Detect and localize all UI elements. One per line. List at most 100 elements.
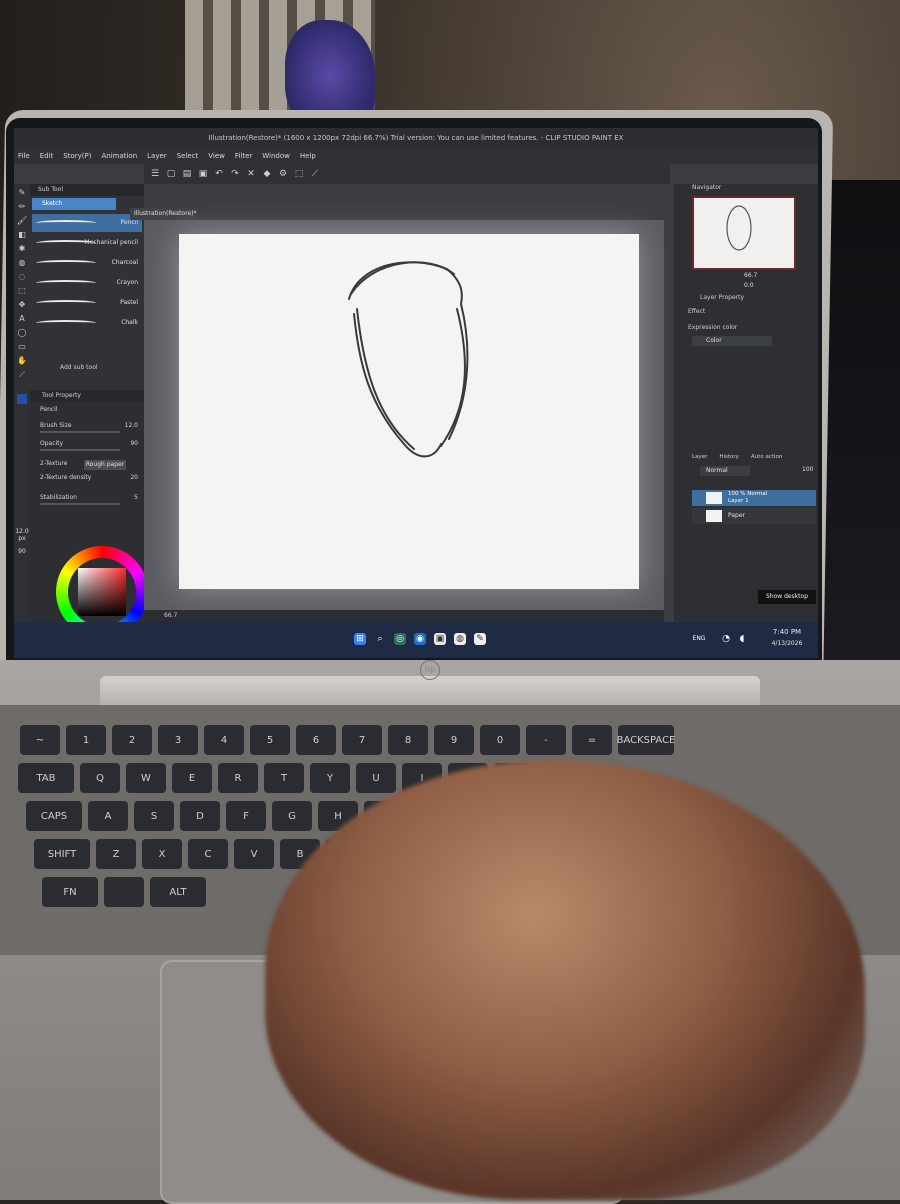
key[interactable]: 6 (296, 725, 336, 755)
clip-studio-paint-icon[interactable]: ✎ (474, 633, 486, 645)
key[interactable]: 1 (66, 725, 106, 755)
texture-value[interactable]: Rough paper (84, 460, 126, 470)
key[interactable]: 9 (434, 725, 474, 755)
key[interactable]: U (356, 763, 396, 793)
text-icon[interactable]: A (17, 314, 27, 324)
clip-studio-icon[interactable]: ◍ (454, 633, 466, 645)
key[interactable]: 0 (480, 725, 520, 755)
brush-crayon[interactable]: Crayon (32, 274, 142, 292)
brush-icon[interactable]: 🖌 (17, 216, 27, 226)
layer-row[interactable]: 100 % Normal Layer 1 (692, 490, 816, 506)
volume-icon[interactable]: ◖ (736, 633, 748, 645)
key[interactable] (104, 877, 144, 907)
lasso-icon[interactable]: ◌ (17, 272, 27, 282)
blend-mode-select[interactable]: Normal (700, 466, 750, 476)
brush-size-row[interactable]: Brush Size 12.0 (40, 422, 144, 434)
brush-chalk[interactable]: Chalk (32, 314, 142, 332)
drawing-canvas[interactable] (179, 234, 639, 589)
key[interactable]: ~ (20, 725, 60, 755)
pencil-icon[interactable]: ✏ (17, 202, 27, 212)
saturation-value-square[interactable] (78, 568, 126, 616)
start-icon[interactable]: ⊞ (354, 633, 366, 645)
key[interactable]: Z (96, 839, 136, 869)
search-icon[interactable]: ⌕ (374, 633, 386, 645)
key[interactable]: S (134, 801, 174, 831)
sketch-group-tab[interactable]: Sketch (32, 198, 116, 210)
key[interactable]: V (234, 839, 274, 869)
decoration-icon[interactable]: ✱ (17, 244, 27, 254)
key[interactable]: G (272, 801, 312, 831)
key[interactable]: 3 (158, 725, 198, 755)
menu-edit[interactable]: Edit (40, 152, 54, 160)
key[interactable]: SHIFT (34, 839, 90, 869)
brush-pastel[interactable]: Pastel (32, 294, 142, 312)
key[interactable]: F (226, 801, 266, 831)
move-icon[interactable]: ✥ (17, 300, 27, 310)
store-icon[interactable]: ▣ (434, 633, 446, 645)
menu-filter[interactable]: Filter (235, 152, 252, 160)
key[interactable]: T (264, 763, 304, 793)
eraser-icon[interactable]: ◧ (17, 230, 27, 240)
edge-icon[interactable]: ◉ (414, 633, 426, 645)
key[interactable]: TAB (18, 763, 74, 793)
select-icon[interactable]: ⬚ (17, 286, 27, 296)
clock-time[interactable]: 7:40 PM (762, 628, 812, 636)
texture-row[interactable]: 2-Texture Rough paper (40, 460, 144, 472)
key[interactable]: E (172, 763, 212, 793)
opacity-row[interactable]: Opacity 90 (40, 440, 144, 452)
expression-color-select[interactable]: Color (692, 336, 772, 346)
navigator-rotation[interactable]: 0.0 (744, 282, 754, 289)
fill-tool-icon[interactable]: ◍ (17, 258, 27, 268)
frame-icon[interactable]: ▭ (17, 342, 27, 352)
key[interactable]: C (188, 839, 228, 869)
tab-auto-action[interactable]: Auto action (751, 454, 782, 464)
brush-mechanical-pencil[interactable]: Mechanical pencil (32, 234, 142, 252)
settings-icon[interactable]: ⚙ (278, 169, 288, 179)
menu-icon[interactable]: ☰ (150, 169, 160, 179)
document-tab[interactable]: Illustration(Restore)* (130, 208, 196, 220)
menu-animation[interactable]: Animation (101, 152, 137, 160)
key[interactable]: 2 (112, 725, 152, 755)
redo-icon[interactable]: ↷ (230, 169, 240, 179)
menu-view[interactable]: View (208, 152, 225, 160)
key[interactable]: D (180, 801, 220, 831)
key[interactable]: BACKSPACE (617, 725, 675, 755)
key[interactable]: 4 (204, 725, 244, 755)
chrome-icon[interactable]: ◎ (394, 633, 406, 645)
menu-file[interactable]: File (18, 152, 30, 160)
transform-icon[interactable]: ⬚ (294, 169, 304, 179)
key[interactable]: A (88, 801, 128, 831)
open-icon[interactable]: ▤ (182, 169, 192, 179)
ruler-icon[interactable]: ⟋ (310, 169, 320, 179)
key[interactable]: R (218, 763, 258, 793)
key[interactable]: = (572, 725, 612, 755)
undo-icon[interactable]: ↶ (214, 169, 224, 179)
language-indicator[interactable]: ENG (690, 633, 708, 645)
clear-icon[interactable]: ✕ (246, 169, 256, 179)
stabilization-row[interactable]: Stabilization 5 (40, 494, 144, 506)
main-color-swatch[interactable] (17, 394, 27, 404)
fill-icon[interactable]: ◆ (262, 169, 272, 179)
menu-help[interactable]: Help (300, 152, 316, 160)
key[interactable]: - (526, 725, 566, 755)
navigator-preview[interactable] (692, 196, 796, 270)
hand-icon[interactable]: ✋ (17, 356, 27, 366)
key[interactable]: 8 (388, 725, 428, 755)
key[interactable]: Y (310, 763, 350, 793)
layer-opacity[interactable]: 100 (802, 466, 813, 473)
key[interactable]: W (126, 763, 166, 793)
tab-history[interactable]: History (719, 454, 739, 464)
navigator-zoom[interactable]: 66.7 (744, 272, 757, 279)
clock-date[interactable]: 4/13/2026 (762, 640, 812, 647)
key[interactable]: X (142, 839, 182, 869)
key[interactable]: CAPS (26, 801, 82, 831)
key[interactable]: FN (42, 877, 98, 907)
new-icon[interactable]: ▢ (166, 169, 176, 179)
key[interactable]: 5 (250, 725, 290, 755)
menu-layer[interactable]: Layer (147, 152, 167, 160)
pen-icon[interactable]: ✎ (17, 188, 27, 198)
wifi-icon[interactable]: ◔ (720, 633, 732, 645)
layer-row[interactable]: Paper (692, 508, 816, 524)
menu-window[interactable]: Window (262, 152, 290, 160)
key[interactable]: ALT (150, 877, 206, 907)
